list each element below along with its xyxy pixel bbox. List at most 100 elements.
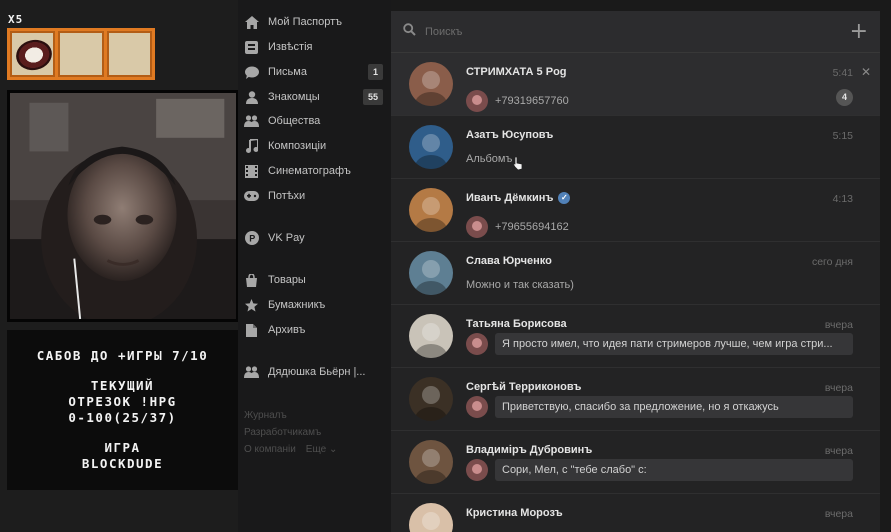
chat-name: Владиміръ Дубровинъ: [466, 444, 592, 456]
footer-row: О компаніи Еще ⌄: [244, 444, 337, 455]
nav-item-archive[interactable]: Архивъ: [238, 319, 383, 341]
document-icon: [244, 323, 259, 337]
footer-developers-link[interactable]: Разработчикамъ: [244, 427, 321, 438]
footer-blog-link[interactable]: Журналъ: [244, 410, 287, 421]
chat-name: Иванъ Дёмкинъ ✓: [466, 192, 571, 204]
search-bar: Поискъ +: [391, 11, 880, 53]
left-navigation: Мой Паспортъ Извѣстія Письма 1 Знакомцы …: [238, 0, 391, 532]
chat-last-message: Приветствую, спасибо за предложение, но …: [466, 396, 853, 418]
chat-row[interactable]: Сергѣй Терриконовъ вчера Приветствую, спас…: [391, 368, 880, 431]
nav-item-messages[interactable]: Письма 1: [238, 61, 383, 83]
nav-item-vkpay[interactable]: P VK Pay: [238, 227, 383, 249]
footer-more-label: Еще: [305, 444, 327, 455]
avatar[interactable]: [409, 251, 453, 295]
chat-name: Сергѣй Терриконовъ: [466, 381, 581, 393]
games-icon: [244, 189, 259, 203]
verified-check-icon: ✓: [558, 192, 571, 204]
nav-item-friends[interactable]: Знакомцы 55: [238, 86, 383, 108]
nav-item-label: Бумажникъ: [268, 299, 326, 311]
chat-name-text: Татьяна Борисова: [466, 318, 567, 330]
chat-last-message: Сори, Мел, с "тебе слабо" с:: [466, 459, 853, 481]
avatar[interactable]: [409, 125, 453, 169]
nav-item-profile[interactable]: Мой Паспортъ: [238, 11, 383, 33]
sub-badge-icon: [13, 36, 55, 74]
chat-time: вчера: [824, 445, 853, 457]
music-icon: [244, 139, 259, 153]
stream-overlay: X5 САБОВ ДО +ИГРЫ 7/10 ТЕКУЩИЙ ОТРЕЗОК !…: [0, 0, 239, 532]
star-icon: [244, 298, 259, 312]
chat-time: 4:13: [832, 193, 853, 205]
goal-segment-line: ОТРЕЗОК !HPG: [68, 394, 177, 409]
nav-item-label: Общества: [268, 115, 321, 127]
chevron-down-icon: ⌄: [328, 444, 338, 455]
message-text: Можно и так сказать): [466, 279, 574, 291]
chat-last-message: Я просто имел, что идея пати стримеров л…: [466, 333, 853, 355]
chat-name-text: Владиміръ Дубровинъ: [466, 444, 593, 456]
chat-name-text: Кристина Морозъ: [466, 507, 563, 519]
chat-list: СТРИМХАТА 5 Pog 5:41 ✕ 4 +79319657760 Азатъ Ю…: [391, 53, 880, 532]
chat-row[interactable]: Иванъ Дёмкинъ ✓ 4:13 +79655694162: [391, 179, 880, 242]
nav-item-groups[interactable]: Общества: [238, 110, 383, 132]
sub-slot: [10, 31, 56, 77]
close-icon[interactable]: ✕: [861, 65, 871, 79]
chat-row[interactable]: Татьяна Борисова вчера Я просто имел, что …: [391, 305, 880, 368]
chat-name: Слава Юрченко: [466, 255, 552, 267]
new-chat-plus-icon[interactable]: +: [850, 20, 868, 43]
avatar[interactable]: [409, 377, 453, 421]
chat-time: вчера: [824, 382, 853, 394]
avatar[interactable]: [409, 440, 453, 484]
market-icon: [244, 273, 259, 287]
chat-time: 5:15: [832, 130, 853, 142]
hand-cursor-icon: [512, 156, 524, 176]
chat-last-message: +79319657760: [466, 90, 569, 112]
nav-item-music[interactable]: Композиціи: [238, 135, 383, 157]
chat-row[interactable]: Слава Юрченко сего дня Можно и так сказать…: [391, 242, 880, 305]
nav-item-label: Дядюшка Бьёрн |...: [268, 366, 366, 378]
message-text: +79655694162: [495, 221, 569, 233]
chat-name-text: Азатъ Юсуповъ: [466, 129, 554, 141]
chat-row[interactable]: Владиміръ Дубровинъ вчера Сори, Мел, с "те…: [391, 431, 880, 494]
avatar[interactable]: [409, 314, 453, 358]
chat-name-text: Слава Юрченко: [466, 255, 552, 267]
friends-count-badge: 55: [362, 89, 383, 105]
nav-item-market[interactable]: Товары: [238, 269, 383, 291]
chat-row[interactable]: СТРИМХАТА 5 Pog 5:41 ✕ 4 +79319657760: [391, 53, 880, 116]
home-icon: [244, 15, 259, 29]
chat-last-message: +79655694162: [466, 216, 569, 238]
chat-name-text: Иванъ Дёмкинъ: [466, 192, 554, 204]
nav-item-video[interactable]: Синематографъ: [238, 160, 383, 182]
chat-last-message: Альбомъ: [466, 153, 512, 165]
chat-name: Азатъ Юсуповъ: [466, 129, 553, 141]
chat-row[interactable]: Кристина Морозъ вчера: [391, 494, 880, 532]
nav-item-games[interactable]: Потѣхи: [238, 185, 383, 207]
message-bubble: Приветствую, спасибо за предложение, но …: [495, 396, 853, 418]
avatar[interactable]: [409, 188, 453, 232]
nav-item-community[interactable]: Дядюшка Бьёрн |...: [238, 361, 383, 383]
multiplier-label: X5: [8, 13, 24, 26]
webcam-image: [10, 93, 236, 319]
svg-text:P: P: [249, 234, 255, 244]
chat-name: Кристина Морозъ: [466, 507, 563, 519]
chat-time: вчера: [824, 508, 853, 520]
sub-slot: [106, 31, 152, 77]
nav-item-label: VK Pay: [268, 232, 305, 244]
message-text: Альбомъ: [466, 153, 513, 165]
nav-item-label: Знакомцы: [268, 91, 320, 103]
avatar[interactable]: [409, 503, 453, 532]
goal-progress-line: 0-100(25/37): [68, 410, 177, 425]
footer-more-link[interactable]: Еще ⌄: [306, 444, 338, 455]
search-input[interactable]: Поискъ: [425, 26, 462, 38]
goals-panel: САБОВ ДО +ИГРЫ 7/10 ТЕКУЩИЙ ОТРЕЗОК !HPG…: [7, 330, 238, 490]
nav-item-bookmarks[interactable]: Бумажникъ: [238, 294, 383, 316]
chat-name-text: СТРИМХАТА 5 Pog: [466, 66, 567, 78]
chat-row[interactable]: Азатъ Юсуповъ 5:15 Альбомъ: [391, 116, 880, 179]
messages-icon: [244, 65, 259, 79]
video-icon: [244, 164, 259, 178]
nav-item-label: Товары: [268, 274, 306, 286]
avatar[interactable]: [409, 62, 453, 106]
chat-last-message: Можно и так сказать): [466, 279, 574, 291]
footer-about-link[interactable]: О компаніи: [244, 444, 296, 455]
nav-item-news[interactable]: Извѣстія: [238, 36, 383, 58]
goal-subs-line: САБОВ ДО +ИГРЫ 7/10: [36, 348, 209, 363]
dialogs-panel: Поискъ + СТРИМХАТА 5 Pog 5:41 ✕ 4 +793196577…: [391, 11, 880, 532]
